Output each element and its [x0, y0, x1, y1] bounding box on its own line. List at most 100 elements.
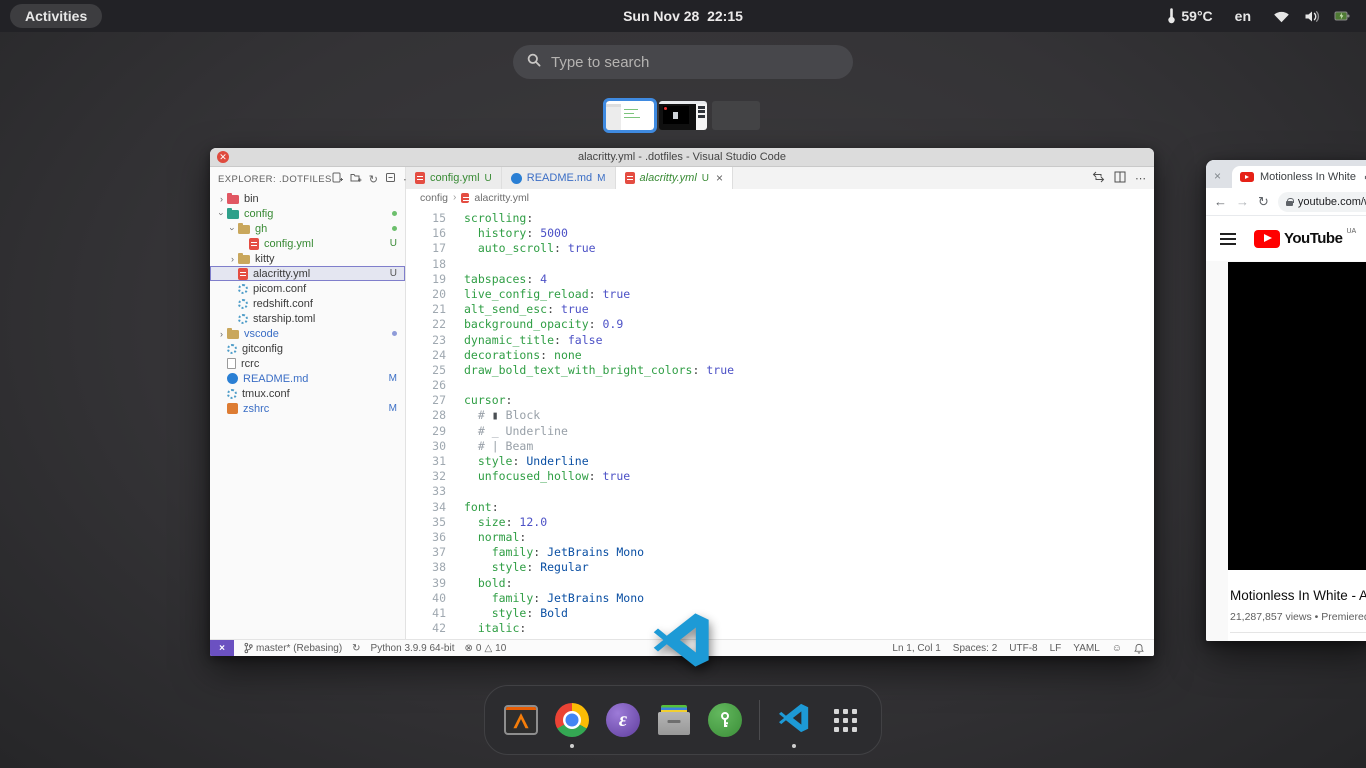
search-placeholder: Type to search — [551, 54, 649, 71]
breadcrumb-folder[interactable]: config — [420, 192, 448, 204]
tree-item-tmux.conf[interactable]: tmux.conf — [210, 386, 405, 401]
workspace-thumbnail-vscode[interactable] — [606, 101, 654, 130]
tree-item-bin[interactable]: ›bin — [210, 191, 405, 206]
dock-item-keepass[interactable] — [706, 701, 744, 739]
dock-item-alacritty[interactable] — [502, 701, 540, 739]
chevron-right-icon: › — [453, 192, 456, 203]
tab-git-badge: M — [597, 173, 605, 184]
app-grid-icon — [834, 709, 857, 732]
system-status-area[interactable]: 59°C en — [1167, 8, 1350, 24]
notifications-bell-icon[interactable] — [1134, 643, 1144, 654]
dock-item-vscode[interactable] — [775, 701, 813, 739]
eol-status[interactable]: LF — [1050, 643, 1062, 654]
workspace-thumbnail-youtube[interactable] — [659, 101, 707, 130]
new-folder-icon[interactable] — [350, 172, 362, 186]
branch-icon — [244, 642, 253, 654]
code-line: 24decorations: none — [406, 348, 1154, 363]
editor-tab-README.md[interactable]: README.md M — [502, 167, 616, 189]
tree-item-redshift.conf[interactable]: redshift.conf — [210, 296, 405, 311]
hamburger-menu-icon[interactable] — [1220, 233, 1236, 245]
chrome-icon — [555, 703, 589, 737]
back-button[interactable]: ← — [1214, 194, 1227, 209]
tab-label: config.yml — [430, 172, 480, 184]
tree-item-vscode[interactable]: ›vscode — [210, 326, 405, 341]
remote-indicator[interactable]: × — [210, 640, 234, 656]
tab-label: README.md — [527, 172, 592, 184]
breadcrumb-file[interactable]: alacritty.yml — [474, 192, 529, 204]
clock[interactable]: Sun Nov 28 22:15 — [623, 8, 743, 24]
new-file-icon[interactable] — [332, 172, 343, 186]
tree-item-zshrc[interactable]: zshrcM — [210, 401, 405, 416]
keyboard-layout-indicator[interactable]: en — [1235, 8, 1251, 24]
tree-item-config.yml[interactable]: config.ymlU — [210, 236, 405, 251]
tab-close-icon[interactable]: × — [716, 171, 723, 185]
editor-tab-alacritty.yml[interactable]: alacritty.ymlU× — [616, 167, 734, 189]
close-icon[interactable]: ✕ — [217, 151, 229, 163]
terminal-icon — [227, 403, 238, 414]
line-number: 15 — [406, 211, 446, 226]
more-icon[interactable]: ⋯ — [1135, 172, 1146, 185]
tree-item-gitconfig[interactable]: gitconfig — [210, 341, 405, 356]
collapse-all-icon[interactable] — [385, 172, 396, 186]
editor-content[interactable]: 15scrolling:16 history: 500017 auto_scro… — [406, 206, 1154, 639]
dock-item-app-grid[interactable] — [826, 701, 864, 739]
dock-item-emacs[interactable]: ε — [604, 701, 642, 739]
dock-item-chrome[interactable] — [553, 701, 591, 739]
python-interpreter-status[interactable]: Python 3.9.9 64-bit — [371, 643, 455, 654]
tree-item-picom.conf[interactable]: picom.conf — [210, 281, 405, 296]
code-line: 41 style: Bold — [406, 606, 1154, 621]
code-line: 15scrolling: — [406, 211, 1154, 226]
workspace-thumbnail-empty[interactable] — [712, 101, 760, 130]
dash-dock: ε — [484, 685, 882, 755]
tree-item-kitty[interactable]: ›kitty — [210, 251, 405, 266]
line-number: 29 — [406, 424, 446, 439]
folder-icon — [238, 255, 250, 264]
tree-item-label: kitty — [255, 253, 397, 265]
code-line: 22background_opacity: 0.9 — [406, 317, 1154, 332]
vscode-window[interactable]: ✕ alacritty.yml - .dotfiles - Visual Stu… — [210, 148, 1154, 656]
reload-button[interactable]: ↻ — [1258, 194, 1269, 210]
activities-button[interactable]: Activities — [10, 4, 102, 28]
youtube-logo[interactable]: YouTube UA — [1254, 230, 1356, 248]
chrome-active-tab[interactable]: Motionless In White - A — [1232, 166, 1366, 188]
vscode-titlebar[interactable]: ✕ alacritty.yml - .dotfiles - Visual Stu… — [210, 148, 1154, 167]
folder-icon — [227, 210, 239, 219]
tree-item-label: bin — [244, 193, 397, 205]
folder-icon — [238, 225, 250, 234]
address-bar[interactable]: youtube.com/wa — [1278, 192, 1366, 212]
git-branch-status[interactable]: master* (Rebasing) — [244, 642, 342, 654]
editor-tab-config.yml[interactable]: config.ymlU — [406, 167, 502, 189]
alacritty-icon — [504, 705, 538, 735]
tree-item-alacritty.yml[interactable]: alacritty.ymlU — [210, 266, 405, 281]
tree-item-gh[interactable]: ›gh — [210, 221, 405, 236]
sync-button[interactable]: ↻ — [352, 643, 360, 654]
search-input[interactable]: Type to search — [513, 45, 853, 79]
tab-git-badge: U — [702, 173, 709, 184]
open-changes-icon[interactable] — [1092, 171, 1105, 186]
line-number: 19 — [406, 272, 446, 287]
problems-status[interactable]: ⊗ 0 △ 10 — [465, 643, 507, 654]
file-icon — [227, 358, 236, 369]
indentation-status[interactable]: Spaces: 2 — [953, 643, 997, 654]
tree-item-starship.toml[interactable]: starship.toml — [210, 311, 405, 326]
code-line: 35 size: 12.0 — [406, 515, 1154, 530]
encoding-status[interactable]: UTF-8 — [1009, 643, 1037, 654]
background-tab-close-icon[interactable]: × — [1214, 169, 1221, 183]
youtube-favicon — [1240, 172, 1254, 182]
split-editor-icon[interactable] — [1114, 171, 1126, 186]
feedback-icon[interactable]: ☺ — [1112, 643, 1122, 654]
forward-button[interactable]: → — [1236, 194, 1249, 209]
video-title: Motionless In White - Anot — [1230, 588, 1366, 603]
cursor-position[interactable]: Ln 1, Col 1 — [892, 643, 940, 654]
tree-item-README.md[interactable]: README.mdM — [210, 371, 405, 386]
refresh-icon[interactable]: ↻ — [369, 173, 378, 186]
dock-item-files[interactable] — [655, 701, 693, 739]
language-mode[interactable]: YAML — [1073, 643, 1100, 654]
chrome-window[interactable]: × Motionless In White - A ← → ↻ youtube.… — [1206, 160, 1366, 641]
video-player[interactable] — [1228, 262, 1366, 570]
line-number: 39 — [406, 576, 446, 591]
tree-item-rcrc[interactable]: rcrc — [210, 356, 405, 371]
chevron-down-icon: › — [217, 208, 227, 219]
tree-item-config[interactable]: ›config — [210, 206, 405, 221]
breadcrumb[interactable]: config › alacritty.yml — [406, 189, 1154, 206]
